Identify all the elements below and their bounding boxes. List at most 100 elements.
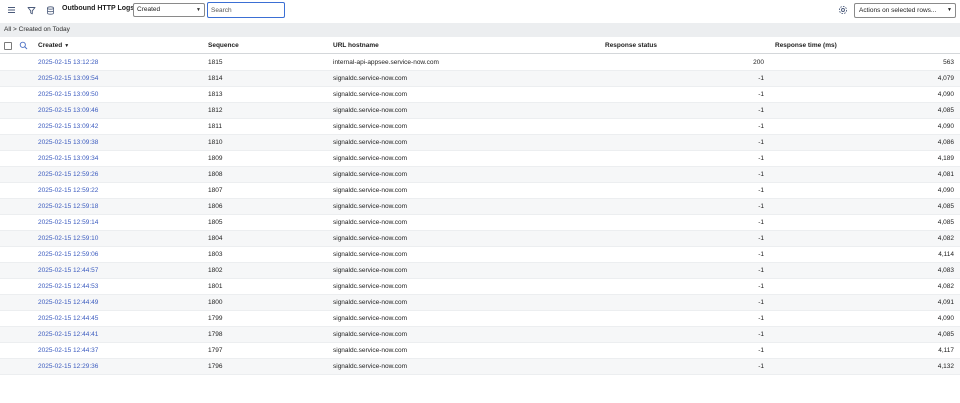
sequence-cell: 1806 — [208, 203, 223, 210]
created-link[interactable]: 2025-02-15 12:44:37 — [38, 347, 98, 354]
response-time-cell: 4,090 — [937, 315, 954, 322]
sequence-cell: 1802 — [208, 267, 223, 274]
response-time-cell: 4,082 — [937, 235, 954, 242]
response-time-cell: 4,090 — [937, 187, 954, 194]
breadcrumb-bar: All > Created on Today — [0, 23, 960, 37]
database-icon[interactable] — [43, 3, 57, 17]
created-link[interactable]: 2025-02-15 13:09:50 — [38, 91, 98, 98]
created-link[interactable]: 2025-02-15 13:09:46 — [38, 107, 98, 114]
sequence-cell: 1814 — [208, 75, 223, 82]
response-status-cell: -1 — [758, 139, 764, 146]
created-link[interactable]: 2025-02-15 12:44:45 — [38, 315, 98, 322]
url-hostname-cell: signaldc.service-now.com — [333, 75, 408, 82]
sequence-cell: 1804 — [208, 235, 223, 242]
breadcrumb[interactable]: All > Created on Today — [4, 26, 70, 33]
response-time-cell: 4,091 — [937, 299, 954, 306]
created-link[interactable]: 2025-02-15 13:09:34 — [38, 155, 98, 162]
table-row: 2025-02-15 13:09:46 1812 signaldc.service-… — [0, 103, 960, 119]
response-status-cell: -1 — [758, 347, 764, 354]
created-link[interactable]: 2025-02-15 12:59:10 — [38, 235, 98, 242]
response-status-cell: -1 — [758, 299, 764, 306]
response-time-cell: 4,189 — [937, 155, 954, 162]
created-link[interactable]: 2025-02-15 12:59:06 — [38, 251, 98, 258]
created-link[interactable]: 2025-02-15 12:59:18 — [38, 203, 98, 210]
list-title[interactable]: Outbound HTTP Logs — [62, 5, 134, 12]
table-row: 2025-02-15 12:29:36 1796 signaldc.service-… — [0, 359, 960, 375]
created-link[interactable]: 2025-02-15 12:44:49 — [38, 299, 98, 306]
column-header-sequence[interactable]: Sequence — [208, 42, 239, 49]
table-row: 2025-02-15 12:44:41 1798 signaldc.service-… — [0, 327, 960, 343]
response-status-cell: -1 — [758, 75, 764, 82]
sequence-cell: 1812 — [208, 107, 223, 114]
response-status-cell: -1 — [758, 107, 764, 114]
response-time-cell: 4,090 — [937, 123, 954, 130]
url-hostname-cell: signaldc.service-now.com — [333, 283, 408, 290]
column-header-url-hostname[interactable]: URL hostname — [333, 42, 379, 49]
created-link[interactable]: 2025-02-15 12:59:26 — [38, 171, 98, 178]
created-link[interactable]: 2025-02-15 13:09:42 — [38, 123, 98, 130]
url-hostname-cell: signaldc.service-now.com — [333, 235, 408, 242]
table-row: 2025-02-15 12:59:22 1807 signaldc.service-… — [0, 183, 960, 199]
created-link[interactable]: 2025-02-15 12:44:53 — [38, 283, 98, 290]
url-hostname-cell: signaldc.service-now.com — [333, 331, 408, 338]
select-all-checkbox[interactable] — [4, 42, 12, 50]
url-hostname-cell: signaldc.service-now.com — [333, 363, 408, 370]
gear-icon[interactable] — [836, 3, 850, 17]
search-input[interactable] — [207, 2, 285, 18]
created-link[interactable]: 2025-02-15 12:29:36 — [38, 363, 98, 370]
table-row: 2025-02-15 12:59:14 1805 signaldc.service-… — [0, 215, 960, 231]
list-toolbar: Outbound HTTP Logs Created ▼ Actions on … — [0, 0, 960, 21]
response-time-cell: 4,085 — [937, 219, 954, 226]
created-link[interactable]: 2025-02-15 13:12:28 — [38, 59, 98, 66]
response-status-cell: -1 — [758, 267, 764, 274]
response-status-cell: -1 — [758, 203, 764, 210]
sequence-cell: 1807 — [208, 187, 223, 194]
sort-descending-icon: ▼ — [64, 43, 70, 49]
url-hostname-cell: signaldc.service-now.com — [333, 171, 408, 178]
response-time-cell: 4,085 — [937, 331, 954, 338]
sequence-cell: 1809 — [208, 155, 223, 162]
response-time-cell: 4,085 — [937, 107, 954, 114]
table-row: 2025-02-15 12:44:53 1801 signaldc.service-… — [0, 279, 960, 295]
sequence-cell: 1811 — [208, 123, 222, 130]
column-header-response-status[interactable]: Response status — [605, 42, 657, 49]
column-header-created[interactable]: Created ▼ — [38, 42, 69, 49]
table-row: 2025-02-15 12:44:37 1797 signaldc.service-… — [0, 343, 960, 359]
table-row: 2025-02-15 12:59:10 1804 signaldc.service-… — [0, 231, 960, 247]
response-status-cell: -1 — [758, 283, 764, 290]
response-status-cell: -1 — [758, 155, 764, 162]
menu-icon[interactable] — [4, 3, 18, 17]
sequence-cell: 1799 — [208, 315, 223, 322]
table-header-row: Created ▼ Sequence URL hostname Response … — [0, 38, 960, 54]
table-row: 2025-02-15 12:59:18 1806 signaldc.service-… — [0, 199, 960, 215]
chevron-down-icon: ▼ — [947, 7, 952, 13]
url-hostname-cell: signaldc.service-now.com — [333, 123, 408, 130]
response-status-cell: -1 — [758, 331, 764, 338]
url-hostname-cell: signaldc.service-now.com — [333, 187, 408, 194]
search-field-select[interactable]: Created ▼ — [133, 3, 205, 17]
created-link[interactable]: 2025-02-15 13:09:38 — [38, 139, 98, 146]
sequence-cell: 1808 — [208, 171, 223, 178]
created-link[interactable]: 2025-02-15 12:44:57 — [38, 267, 98, 274]
created-link[interactable]: 2025-02-15 12:59:22 — [38, 187, 98, 194]
search-icon[interactable] — [19, 41, 28, 50]
sequence-cell: 1800 — [208, 299, 223, 306]
column-header-response-time[interactable]: Response time (ms) — [775, 42, 837, 49]
sequence-cell: 1798 — [208, 331, 223, 338]
created-link[interactable]: 2025-02-15 12:59:14 — [38, 219, 98, 226]
url-hostname-cell: signaldc.service-now.com — [333, 347, 408, 354]
table-row: 2025-02-15 13:09:34 1809 signaldc.service-… — [0, 151, 960, 167]
url-hostname-cell: signaldc.service-now.com — [333, 139, 408, 146]
response-status-cell: -1 — [758, 123, 764, 130]
created-link[interactable]: 2025-02-15 13:09:54 — [38, 75, 98, 82]
actions-on-selected-rows-select[interactable]: Actions on selected rows... ▼ — [854, 3, 956, 18]
response-time-cell: 4,090 — [937, 91, 954, 98]
sequence-cell: 1805 — [208, 219, 223, 226]
response-time-cell: 4,114 — [938, 251, 954, 258]
response-time-cell: 4,083 — [937, 267, 954, 274]
created-link[interactable]: 2025-02-15 12:44:41 — [38, 331, 98, 338]
filter-icon[interactable] — [24, 3, 38, 17]
table-row: 2025-02-15 13:09:50 1813 signaldc.service-… — [0, 87, 960, 103]
response-status-cell: -1 — [758, 91, 764, 98]
url-hostname-cell: signaldc.service-now.com — [333, 219, 408, 226]
